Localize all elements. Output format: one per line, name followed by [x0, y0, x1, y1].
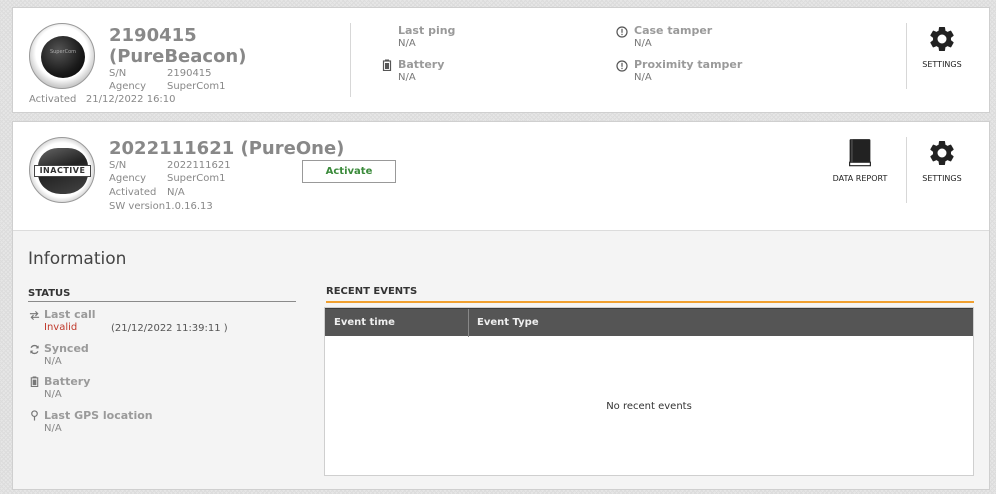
- book-icon: [849, 139, 871, 167]
- battery-icon: [382, 59, 392, 71]
- battery-value: N/A: [44, 389, 62, 400]
- activated-value: N/A: [167, 187, 185, 198]
- beacon-image: SuperCom: [41, 36, 85, 78]
- information-title: Information: [28, 249, 127, 269]
- agency-row: Agency SuperCom1: [109, 80, 226, 93]
- last-call-time: (21/12/2022 11:39:11 ): [111, 323, 228, 334]
- agency-label: Agency: [109, 173, 147, 184]
- device-card-purebeacon: SuperCom 2190415 (PureBeacon) S/N 2190415…: [12, 7, 990, 113]
- activated-value: 21/12/2022 16:10: [85, 94, 176, 105]
- battery-value: N/A: [398, 72, 416, 83]
- transfer-arrows-icon: [29, 310, 40, 321]
- agency-row: Agency SuperCom1: [109, 172, 226, 185]
- activated-label: Activated: [29, 94, 77, 105]
- synced-label: Synced: [44, 342, 89, 355]
- agency-value: SuperCom1: [167, 173, 226, 184]
- sw-version-label: SW version: [109, 201, 166, 212]
- divider: [906, 23, 907, 89]
- last-ping-label: Last ping: [398, 24, 456, 37]
- activated-row: Activated 21/12/2022 16:10: [29, 94, 176, 105]
- activated-row: Activated N/A: [109, 186, 185, 199]
- settings-label: SETTINGS: [922, 60, 962, 69]
- last-ping-value: N/A: [398, 38, 416, 49]
- settings-label: SETTINGS: [922, 174, 962, 183]
- table-header: Event time Event Type: [325, 308, 973, 337]
- activated-label: Activated: [109, 187, 157, 198]
- avatar-brand-text: SuperCom: [49, 49, 77, 55]
- gear-icon: [930, 140, 954, 165]
- proximity-tamper-icon: [616, 60, 628, 72]
- case-tamper-icon: [616, 26, 628, 38]
- sw-version-row: SW version1.0.16.13: [109, 200, 213, 213]
- divider: [350, 23, 351, 97]
- sync-icon: [30, 344, 39, 355]
- sw-version-value: 1.0.16.13: [165, 201, 213, 212]
- divider: [906, 137, 907, 203]
- sn-row: S/N 2190415: [109, 67, 212, 80]
- device-type: (PureBeacon): [109, 46, 247, 67]
- synced-value: N/A: [44, 356, 62, 367]
- battery-label: Battery: [398, 58, 445, 71]
- gps-label: Last GPS location: [44, 409, 153, 422]
- proximity-tamper-label: Proximity tamper: [634, 58, 743, 71]
- battery-icon: [30, 376, 39, 387]
- battery-label: Battery: [44, 375, 91, 388]
- sn-row: S/N 2022111621: [109, 159, 231, 172]
- device-id: 2190415: [109, 25, 197, 46]
- data-report-button[interactable]: DATA REPORT: [825, 138, 895, 183]
- device-avatar: SuperCom: [29, 23, 95, 89]
- gps-value: N/A: [44, 423, 62, 434]
- proximity-tamper-value: N/A: [634, 72, 652, 83]
- device-title: 2022111621 (PureOne): [109, 138, 345, 159]
- inactive-badge: INACTIVE: [34, 165, 91, 177]
- column-header-event-time[interactable]: Event time: [334, 309, 395, 337]
- sn-value: 2190415: [167, 68, 212, 79]
- column-header-event-type[interactable]: Event Type: [477, 309, 539, 337]
- sn-value: 2022111621: [167, 160, 231, 171]
- sn-label: S/N: [109, 68, 127, 79]
- device-card-pureone: INACTIVE 2022111621 (PureOne) S/N 2022111…: [12, 121, 990, 490]
- case-tamper-label: Case tamper: [634, 24, 713, 37]
- last-call-value: Invalid: [44, 322, 78, 333]
- recent-events-heading: RECENT EVENTS: [326, 286, 974, 303]
- status-heading: STATUS: [28, 288, 296, 302]
- settings-button[interactable]: SETTINGS: [913, 24, 971, 69]
- gear-icon: [930, 26, 954, 51]
- agency-label: Agency: [109, 81, 147, 92]
- recent-events-table: Event time Event Type No recent events: [324, 307, 974, 476]
- data-report-label: DATA REPORT: [832, 174, 888, 183]
- location-pin-icon: [31, 410, 38, 421]
- last-call-label: Last call: [44, 308, 96, 321]
- agency-value: SuperCom1: [167, 81, 226, 92]
- device-avatar: INACTIVE: [29, 137, 95, 203]
- activate-button[interactable]: Activate: [302, 160, 396, 183]
- column-divider: [468, 309, 469, 337]
- sn-label: S/N: [109, 160, 127, 171]
- empty-state-message: No recent events: [606, 401, 692, 412]
- case-tamper-value: N/A: [634, 38, 652, 49]
- information-panel: Information STATUS Last call Invalid (21…: [13, 230, 989, 489]
- settings-button[interactable]: SETTINGS: [913, 138, 971, 183]
